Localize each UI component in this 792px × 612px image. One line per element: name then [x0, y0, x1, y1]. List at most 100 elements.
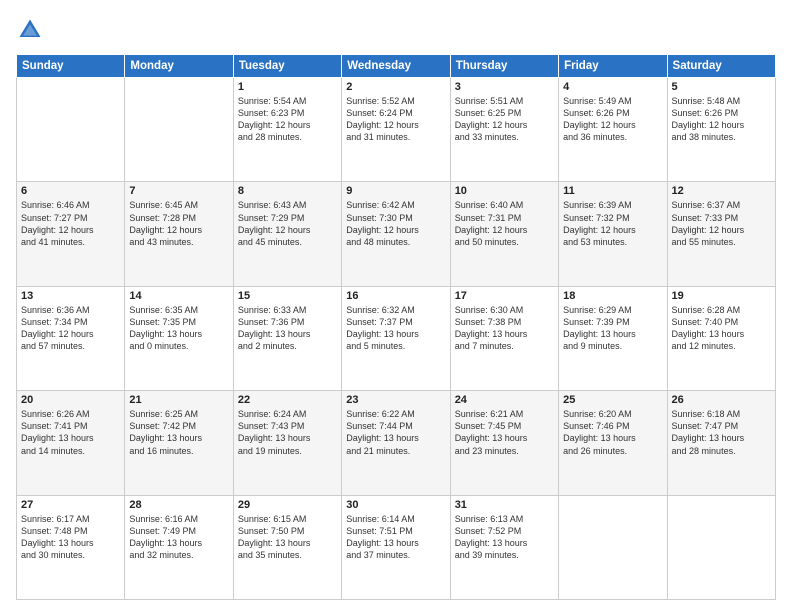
calendar-day-header: Tuesday	[233, 55, 341, 78]
calendar-week-row: 13 Sunrise: 6:36 AM Sunset: 7:34 PM Dayli…	[17, 286, 776, 390]
day-number: 27	[21, 499, 120, 511]
day-number: 29	[238, 499, 337, 511]
cell-content: Sunrise: 6:37 AM Sunset: 7:33 PM Dayligh…	[672, 199, 771, 248]
cell-content: Sunrise: 6:42 AM Sunset: 7:30 PM Dayligh…	[346, 199, 445, 248]
calendar-cell: 13 Sunrise: 6:36 AM Sunset: 7:34 PM Dayli…	[17, 286, 125, 390]
day-number: 9	[346, 185, 445, 197]
calendar-cell: 19 Sunrise: 6:28 AM Sunset: 7:40 PM Dayli…	[667, 286, 775, 390]
calendar-cell: 8 Sunrise: 6:43 AM Sunset: 7:29 PM Daylig…	[233, 182, 341, 286]
day-number: 4	[563, 81, 662, 93]
calendar-day-header: Sunday	[17, 55, 125, 78]
day-number: 16	[346, 290, 445, 302]
cell-content: Sunrise: 6:30 AM Sunset: 7:38 PM Dayligh…	[455, 304, 554, 353]
calendar-day-header: Saturday	[667, 55, 775, 78]
day-number: 7	[129, 185, 228, 197]
calendar-cell: 17 Sunrise: 6:30 AM Sunset: 7:38 PM Dayli…	[450, 286, 558, 390]
calendar-table: SundayMondayTuesdayWednesdayThursdayFrid…	[16, 54, 776, 600]
cell-content: Sunrise: 6:45 AM Sunset: 7:28 PM Dayligh…	[129, 199, 228, 248]
calendar-cell: 2 Sunrise: 5:52 AM Sunset: 6:24 PM Daylig…	[342, 78, 450, 182]
cell-content: Sunrise: 5:49 AM Sunset: 6:26 PM Dayligh…	[563, 95, 662, 144]
day-number: 6	[21, 185, 120, 197]
day-number: 14	[129, 290, 228, 302]
calendar-cell: 28 Sunrise: 6:16 AM Sunset: 7:49 PM Dayli…	[125, 495, 233, 599]
day-number: 8	[238, 185, 337, 197]
day-number: 11	[563, 185, 662, 197]
day-number: 25	[563, 394, 662, 406]
day-number: 30	[346, 499, 445, 511]
calendar-cell: 9 Sunrise: 6:42 AM Sunset: 7:30 PM Daylig…	[342, 182, 450, 286]
cell-content: Sunrise: 6:29 AM Sunset: 7:39 PM Dayligh…	[563, 304, 662, 353]
calendar-cell: 18 Sunrise: 6:29 AM Sunset: 7:39 PM Dayli…	[559, 286, 667, 390]
calendar-cell	[667, 495, 775, 599]
calendar-cell	[125, 78, 233, 182]
day-number: 3	[455, 81, 554, 93]
calendar-day-header: Wednesday	[342, 55, 450, 78]
calendar-week-row: 20 Sunrise: 6:26 AM Sunset: 7:41 PM Dayli…	[17, 391, 776, 495]
day-number: 31	[455, 499, 554, 511]
day-number: 1	[238, 81, 337, 93]
calendar-cell: 7 Sunrise: 6:45 AM Sunset: 7:28 PM Daylig…	[125, 182, 233, 286]
day-number: 19	[672, 290, 771, 302]
cell-content: Sunrise: 6:40 AM Sunset: 7:31 PM Dayligh…	[455, 199, 554, 248]
cell-content: Sunrise: 6:43 AM Sunset: 7:29 PM Dayligh…	[238, 199, 337, 248]
cell-content: Sunrise: 6:22 AM Sunset: 7:44 PM Dayligh…	[346, 408, 445, 457]
cell-content: Sunrise: 5:52 AM Sunset: 6:24 PM Dayligh…	[346, 95, 445, 144]
cell-content: Sunrise: 6:36 AM Sunset: 7:34 PM Dayligh…	[21, 304, 120, 353]
cell-content: Sunrise: 6:25 AM Sunset: 7:42 PM Dayligh…	[129, 408, 228, 457]
calendar-cell: 5Sunrise: 5:48 AM Sunset: 6:26 PM Daylig…	[667, 78, 775, 182]
day-number: 20	[21, 394, 120, 406]
cell-content: Sunrise: 6:18 AM Sunset: 7:47 PM Dayligh…	[672, 408, 771, 457]
calendar-day-header: Monday	[125, 55, 233, 78]
calendar-week-row: 27 Sunrise: 6:17 AM Sunset: 7:48 PM Dayli…	[17, 495, 776, 599]
calendar-cell: 25 Sunrise: 6:20 AM Sunset: 7:46 PM Dayli…	[559, 391, 667, 495]
cell-content: Sunrise: 6:16 AM Sunset: 7:49 PM Dayligh…	[129, 513, 228, 562]
cell-content: Sunrise: 6:26 AM Sunset: 7:41 PM Dayligh…	[21, 408, 120, 457]
calendar-cell: 30Sunrise: 6:14 AM Sunset: 7:51 PM Dayli…	[342, 495, 450, 599]
cell-content: Sunrise: 6:35 AM Sunset: 7:35 PM Dayligh…	[129, 304, 228, 353]
cell-content: Sunrise: 6:28 AM Sunset: 7:40 PM Dayligh…	[672, 304, 771, 353]
calendar-header-row: SundayMondayTuesdayWednesdayThursdayFrid…	[17, 55, 776, 78]
calendar-cell: 1 Sunrise: 5:54 AM Sunset: 6:23 PM Daylig…	[233, 78, 341, 182]
day-number: 26	[672, 394, 771, 406]
calendar-cell: 22Sunrise: 6:24 AM Sunset: 7:43 PM Dayli…	[233, 391, 341, 495]
cell-content: Sunrise: 6:46 AM Sunset: 7:27 PM Dayligh…	[21, 199, 120, 248]
day-number: 28	[129, 499, 228, 511]
page: SundayMondayTuesdayWednesdayThursdayFrid…	[0, 0, 792, 612]
day-number: 23	[346, 394, 445, 406]
header	[16, 16, 776, 44]
calendar-cell: 21 Sunrise: 6:25 AM Sunset: 7:42 PM Dayli…	[125, 391, 233, 495]
calendar-cell: 31 Sunrise: 6:13 AM Sunset: 7:52 PM Dayli…	[450, 495, 558, 599]
calendar-cell: 3Sunrise: 5:51 AM Sunset: 6:25 PM Daylig…	[450, 78, 558, 182]
day-number: 21	[129, 394, 228, 406]
cell-content: Sunrise: 6:33 AM Sunset: 7:36 PM Dayligh…	[238, 304, 337, 353]
calendar-cell: 23 Sunrise: 6:22 AM Sunset: 7:44 PM Dayli…	[342, 391, 450, 495]
cell-content: Sunrise: 6:32 AM Sunset: 7:37 PM Dayligh…	[346, 304, 445, 353]
day-number: 24	[455, 394, 554, 406]
calendar-cell: 27 Sunrise: 6:17 AM Sunset: 7:48 PM Dayli…	[17, 495, 125, 599]
calendar-week-row: 6 Sunrise: 6:46 AM Sunset: 7:27 PM Daylig…	[17, 182, 776, 286]
day-number: 13	[21, 290, 120, 302]
calendar-cell	[17, 78, 125, 182]
day-number: 2	[346, 81, 445, 93]
day-number: 18	[563, 290, 662, 302]
cell-content: Sunrise: 6:20 AM Sunset: 7:46 PM Dayligh…	[563, 408, 662, 457]
calendar-day-header: Friday	[559, 55, 667, 78]
day-number: 15	[238, 290, 337, 302]
calendar-cell: 14 Sunrise: 6:35 AM Sunset: 7:35 PM Dayli…	[125, 286, 233, 390]
calendar-cell: 6 Sunrise: 6:46 AM Sunset: 7:27 PM Daylig…	[17, 182, 125, 286]
cell-content: Sunrise: 6:17 AM Sunset: 7:48 PM Dayligh…	[21, 513, 120, 562]
calendar-cell: 20 Sunrise: 6:26 AM Sunset: 7:41 PM Dayli…	[17, 391, 125, 495]
logo-icon	[16, 16, 44, 44]
day-number: 12	[672, 185, 771, 197]
day-number: 17	[455, 290, 554, 302]
calendar-cell: 29Sunrise: 6:15 AM Sunset: 7:50 PM Dayli…	[233, 495, 341, 599]
logo	[16, 16, 48, 44]
calendar-cell: 15 Sunrise: 6:33 AM Sunset: 7:36 PM Dayli…	[233, 286, 341, 390]
cell-content: Sunrise: 6:39 AM Sunset: 7:32 PM Dayligh…	[563, 199, 662, 248]
cell-content: Sunrise: 6:13 AM Sunset: 7:52 PM Dayligh…	[455, 513, 554, 562]
cell-content: Sunrise: 5:48 AM Sunset: 6:26 PM Dayligh…	[672, 95, 771, 144]
calendar-cell	[559, 495, 667, 599]
calendar-cell: 16 Sunrise: 6:32 AM Sunset: 7:37 PM Dayli…	[342, 286, 450, 390]
cell-content: Sunrise: 5:54 AM Sunset: 6:23 PM Dayligh…	[238, 95, 337, 144]
cell-content: Sunrise: 6:21 AM Sunset: 7:45 PM Dayligh…	[455, 408, 554, 457]
